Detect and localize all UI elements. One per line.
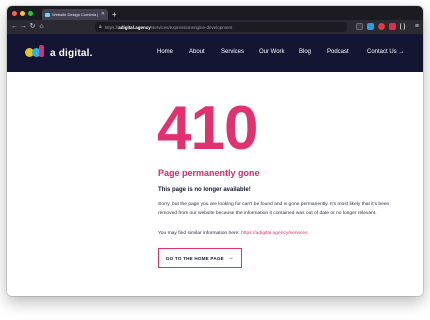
- favicon-icon: [45, 12, 50, 17]
- browser-toolbar: ← → ↻ ⌂ 🔒︎ https://adigital.agency/servi…: [7, 20, 423, 34]
- site-logo[interactable]: a digital.: [25, 45, 93, 61]
- browser-window: Website Design Cumbria | Digi ✕ + ← → ↻ …: [7, 6, 423, 296]
- maximize-window-button[interactable]: [28, 10, 33, 16]
- extension-icon[interactable]: [378, 23, 385, 30]
- tab-title: Website Design Cumbria | Digi: [52, 12, 99, 17]
- extension-icon[interactable]: [356, 23, 363, 30]
- home-button[interactable]: ⌂: [37, 20, 46, 34]
- url-text: https://adigital.agency/services/express…: [105, 25, 233, 30]
- lock-icon: 🔒︎: [99, 24, 102, 30]
- forward-button[interactable]: →: [19, 20, 28, 34]
- url-path: /services/expressionengine-development: [150, 24, 233, 30]
- nav-contact-us[interactable]: Contact Us →: [367, 49, 404, 55]
- tab-strip: Website Design Cumbria | Digi ✕ +: [7, 6, 423, 20]
- reload-button[interactable]: ↻: [28, 20, 37, 34]
- error-body: Sorry, but the page you are looking for …: [158, 202, 390, 216]
- minimize-window-button[interactable]: [20, 10, 25, 16]
- main-content: 410 Page permanently gone This page is n…: [7, 72, 423, 296]
- nav-podcast[interactable]: Podcast: [327, 49, 367, 55]
- window-controls: [12, 10, 33, 16]
- sidebar-icon[interactable]: [400, 23, 405, 30]
- nav-blog[interactable]: Blog: [299, 49, 327, 55]
- extension-icon[interactable]: [389, 23, 396, 30]
- logo-text: a digital.: [50, 47, 93, 59]
- menu-icon[interactable]: ≡: [415, 20, 419, 34]
- new-tab-button[interactable]: +: [112, 9, 117, 20]
- close-window-button[interactable]: [12, 10, 17, 16]
- nav-home[interactable]: Home: [157, 49, 189, 55]
- extension-icon[interactable]: [367, 23, 374, 30]
- nav-our-work[interactable]: Our Work: [259, 49, 299, 55]
- logo-mark-icon: [25, 45, 47, 61]
- error-code: 410: [157, 94, 258, 163]
- error-subhead: This page is no longer available!: [158, 187, 251, 193]
- browser-tab[interactable]: Website Design Cumbria | Digi ✕: [42, 9, 108, 20]
- url-prefix: https://: [104, 24, 119, 30]
- services-link[interactable]: https://adigital.agency/services: [241, 231, 308, 236]
- home-page-button[interactable]: GO TO THE HOME PAGE →: [158, 248, 242, 268]
- similar-prefix: You may find similar information here:: [158, 231, 241, 236]
- main-nav: Home About Services Our Work Blog Podcas…: [157, 49, 404, 55]
- back-button[interactable]: ←: [10, 20, 19, 34]
- error-headline: Page permanently gone: [158, 168, 260, 178]
- tab-close-icon[interactable]: ✕: [101, 12, 105, 17]
- nav-about[interactable]: About: [189, 49, 221, 55]
- url-domain: adigital.agency: [118, 24, 151, 30]
- similar-info: You may find similar information here: h…: [158, 231, 308, 236]
- arrow-right-icon: →: [227, 255, 235, 261]
- site-header: a digital. Home About Services Our Work …: [7, 34, 423, 72]
- nav-services[interactable]: Services: [221, 49, 259, 55]
- address-bar[interactable]: 🔒︎ https://adigital.agency/services/expr…: [95, 22, 347, 32]
- cta-label: GO TO THE HOME PAGE: [165, 255, 224, 261]
